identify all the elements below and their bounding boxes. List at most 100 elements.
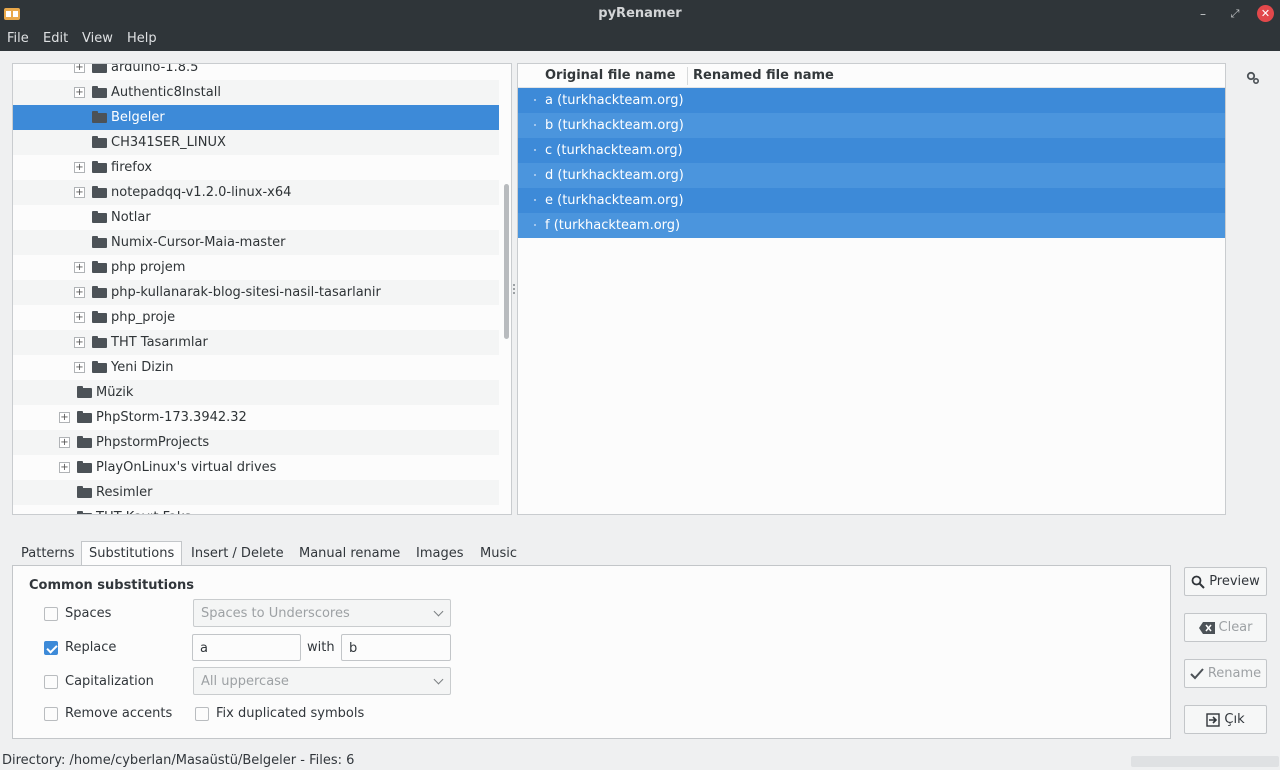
expand-icon[interactable]: + [59,462,70,473]
preview-button[interactable]: Preview [1184,567,1267,596]
tree-row[interactable]: + arduino-1.8.5 [13,63,499,80]
expand-icon[interactable]: + [74,262,85,273]
spaces-mode-select[interactable]: Spaces to Underscores [193,599,451,627]
expand-icon[interactable]: + [74,287,85,298]
tab-images[interactable]: Images [416,541,464,566]
folder-icon [92,336,107,348]
progress-bar [1131,756,1279,767]
file-row[interactable]: b (turkhackteam.org) [518,113,1225,138]
tree-row[interactable]: THT Kayıt Faks [13,505,499,514]
tab-insert-delete[interactable]: Insert / Delete [191,541,284,566]
maximize-icon[interactable]: ⤢ [1226,5,1244,23]
tree-row[interactable]: Resimler [13,480,499,505]
tree-scrollbar[interactable] [500,64,511,514]
window-title: pyRenamer [598,6,682,21]
folder-icon [92,86,107,98]
menu-edit[interactable]: Edit [43,31,68,46]
tree-row[interactable]: + Authentic8Install [13,80,499,105]
settings-gear-icon[interactable] [1246,71,1260,85]
expand-icon[interactable]: + [74,187,85,198]
expand-icon[interactable]: + [74,87,85,98]
expand-icon[interactable]: + [74,162,85,173]
tree-row[interactable]: + Yeni Dizin [13,355,499,380]
tree-row-label: PhpstormProjects [96,435,210,450]
remove-accents-checkbox[interactable] [44,707,58,721]
close-icon[interactable]: ✕ [1257,5,1274,22]
tab-substitutions[interactable]: Substitutions [81,541,183,566]
tree-row-label: php projem [111,260,186,275]
quit-button[interactable]: Çık [1184,705,1267,734]
tab-manual-rename[interactable]: Manual rename [299,541,400,566]
tree-row-label: PhpStorm-173.3942.32 [96,410,247,425]
menu-view[interactable]: View [82,31,113,46]
spaces-mode-value: Spaces to Underscores [201,606,350,621]
title-bar: pyRenamer – ⤢ ✕ [0,0,1280,28]
row-bullet [534,224,536,226]
tree-row[interactable]: + notepadqq-v1.2.0-linux-x64 [13,180,499,205]
tree-row[interactable]: + PhpstormProjects [13,430,499,455]
tree-row[interactable]: + firefox [13,155,499,180]
expand-icon[interactable]: + [74,362,85,373]
scrollbar-thumb[interactable] [504,184,509,339]
tree-row-label: arduino-1.8.5 [111,63,199,75]
tree-row[interactable]: + THT Tasarımlar [13,330,499,355]
column-renamed-file-name[interactable]: Renamed file name [693,68,834,83]
status-text: Directory: /home/cyberlan/Masaüstü/Belge… [2,753,355,768]
spaces-checkbox[interactable] [44,607,58,621]
fix-duplicated-checkbox[interactable] [195,707,209,721]
expand-icon[interactable]: + [59,437,70,448]
file-row[interactable]: f (turkhackteam.org) [518,213,1225,238]
tree-row[interactable]: + PlayOnLinux's virtual drives [13,455,499,480]
file-row[interactable]: c (turkhackteam.org) [518,138,1225,163]
tree-row[interactable]: Numix-Cursor-Maia-master [13,230,499,255]
tree-row-label: THT Tasarımlar [111,335,208,350]
row-bullet [534,124,536,126]
capitalization-select[interactable]: All uppercase [193,667,451,695]
menu-bar: File Edit View Help [0,28,1280,51]
rename-button[interactable]: Rename [1184,659,1267,688]
menu-help[interactable]: Help [127,31,157,46]
capitalization-checkbox[interactable] [44,675,58,689]
tree-row-label: Notlar [111,210,151,225]
expand-icon[interactable]: + [74,64,85,73]
column-original-file-name[interactable]: Original file name [545,68,676,83]
menu-file[interactable]: File [7,31,29,46]
expand-icon[interactable]: + [74,337,85,348]
directory-tree[interactable]: THT Kayıt Faks Resimler + PlayOnLinux's vir… [12,63,512,515]
tree-row[interactable]: + php projem [13,255,499,280]
row-bullet [534,99,536,101]
tree-row[interactable]: Notlar [13,205,499,230]
quit-label: Çık [1224,712,1245,727]
folder-icon [77,436,92,448]
original-file-name: b (turkhackteam.org) [545,118,684,133]
file-list[interactable]: Original file name Renamed file name a (… [517,63,1226,515]
tree-row[interactable]: Müzik [13,380,499,405]
folder-icon [92,261,107,273]
original-file-name: e (turkhackteam.org) [545,193,684,208]
capitalization-value: All uppercase [201,674,289,689]
pane-splitter-handle[interactable] [512,282,516,296]
tab-music[interactable]: Music [480,541,517,566]
replace-checkbox[interactable] [44,641,58,655]
folder-icon [92,161,107,173]
file-row[interactable]: d (turkhackteam.org) [518,163,1225,188]
tree-row[interactable]: + php-kullanarak-blog-sitesi-nasil-tasarl… [13,280,499,305]
file-list-header: Original file name Renamed file name [518,64,1225,88]
minimize-icon[interactable]: – [1194,5,1212,23]
tree-row[interactable]: + PhpStorm-173.3942.32 [13,405,499,430]
tree-row-label: Müzik [96,385,134,400]
folder-icon [77,461,92,473]
replace-from-input[interactable]: a [192,634,301,661]
tree-row[interactable]: CH341SER_LINUX [13,130,499,155]
expand-icon[interactable]: + [59,412,70,423]
expand-icon[interactable]: + [74,312,85,323]
clear-button[interactable]: Clear [1184,613,1267,642]
tree-row[interactable]: + php_proje [13,305,499,330]
replace-to-input[interactable]: b [341,634,451,661]
tree-row[interactable]: Belgeler [13,105,499,130]
tab-patterns[interactable]: Patterns [21,541,75,566]
folder-icon [77,386,92,398]
clear-label: Clear [1218,620,1253,635]
file-row[interactable]: a (turkhackteam.org) [518,88,1225,113]
file-row[interactable]: e (turkhackteam.org) [518,188,1225,213]
